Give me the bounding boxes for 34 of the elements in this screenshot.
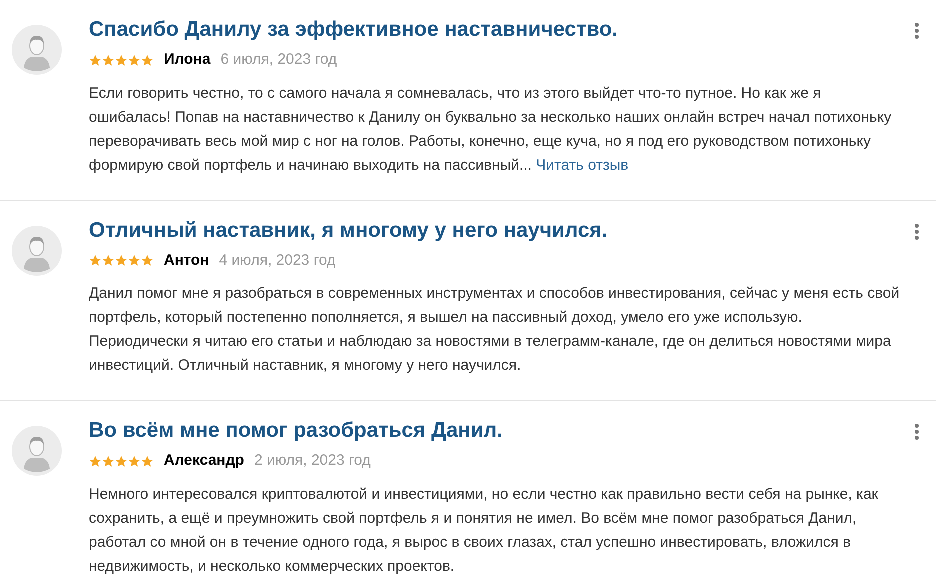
- review-text: Немного интересовался криптовалютой и инвестициями, но если честно как правильно вести себя на рынке, как сохранить, а ещё и преумножить свой портфель я и понятия не имел. Во всём мне помог разобраться Данил, работал со мной он в течение одного года, я вырос в своих глазах, стал успешно инвестировать, вложился в недвижимость, и несколько коммерческих проектов.: [89, 484, 880, 576]
- review-date: 6 июля, 2023 год: [220, 50, 338, 70]
- star-icon: [102, 454, 115, 468]
- author-name: Илона: [164, 50, 211, 70]
- more-options-icon[interactable]: [914, 222, 920, 240]
- review-title: Спасибо Данилу за эффективное наставничество.: [89, 17, 618, 43]
- review-date: 2 июля, 2023 год: [254, 451, 371, 471]
- star-icon: [141, 54, 154, 67]
- star-icon: [141, 454, 154, 468]
- avatar-icon: [12, 25, 62, 75]
- author-name: Александр: [164, 451, 244, 471]
- star-icon: [89, 454, 102, 468]
- more-options-icon[interactable]: [914, 22, 920, 40]
- review-date: 4 июля, 2023 год: [219, 250, 336, 270]
- star-icon: [128, 54, 141, 67]
- read-review-link[interactable]: Читать отзыв: [536, 156, 629, 174]
- star-icon: [89, 254, 102, 268]
- star-icon: [128, 254, 141, 268]
- review-title: Во всём мне помог разобраться Данил.: [89, 418, 503, 444]
- star-icon: [128, 454, 141, 468]
- avatar-icon: [12, 226, 62, 276]
- star-icon: [115, 254, 128, 268]
- review-title: Отличный наставник, я многому у него научился.: [89, 218, 608, 244]
- star-icon: [115, 54, 128, 67]
- review-text: Если говорить честно, то с самого начала я сомневалась, что из этого выйдет что-то путное. Но как же я ошибалась! Попав на наставничество к Данилу он буквально за несколько наших онлайн встреч начал потихоньку переворачивать весь мой мир с ног на голов. Работы, конечно, еще куча, но я под его руководством потихоньку формирую свой портфель и начинаю выходить на пассивный... Читать отзыв: [89, 84, 893, 176]
- star-icon: [102, 54, 115, 67]
- star-icon: [89, 54, 102, 67]
- more-options-icon[interactable]: [914, 423, 920, 441]
- review-text: Данил помог мне я разобраться в современных инструментах и способов инвестирования, сейчас у меня есть свой портфель, который постепенно пополняется, я вышел на пассивный доход, умело его уже использую. Периодически я читаю его статьи и наблюдаю за новостями в телеграмм-канале, где он делиться новостями мира инвестиций. Отличный наставник, я многому у него научился.: [89, 284, 901, 376]
- star-icon: [102, 254, 115, 268]
- author-name: Антон: [164, 250, 210, 270]
- avatar-icon: [12, 426, 62, 476]
- star-icon: [141, 254, 154, 268]
- star-icon: [115, 454, 128, 468]
